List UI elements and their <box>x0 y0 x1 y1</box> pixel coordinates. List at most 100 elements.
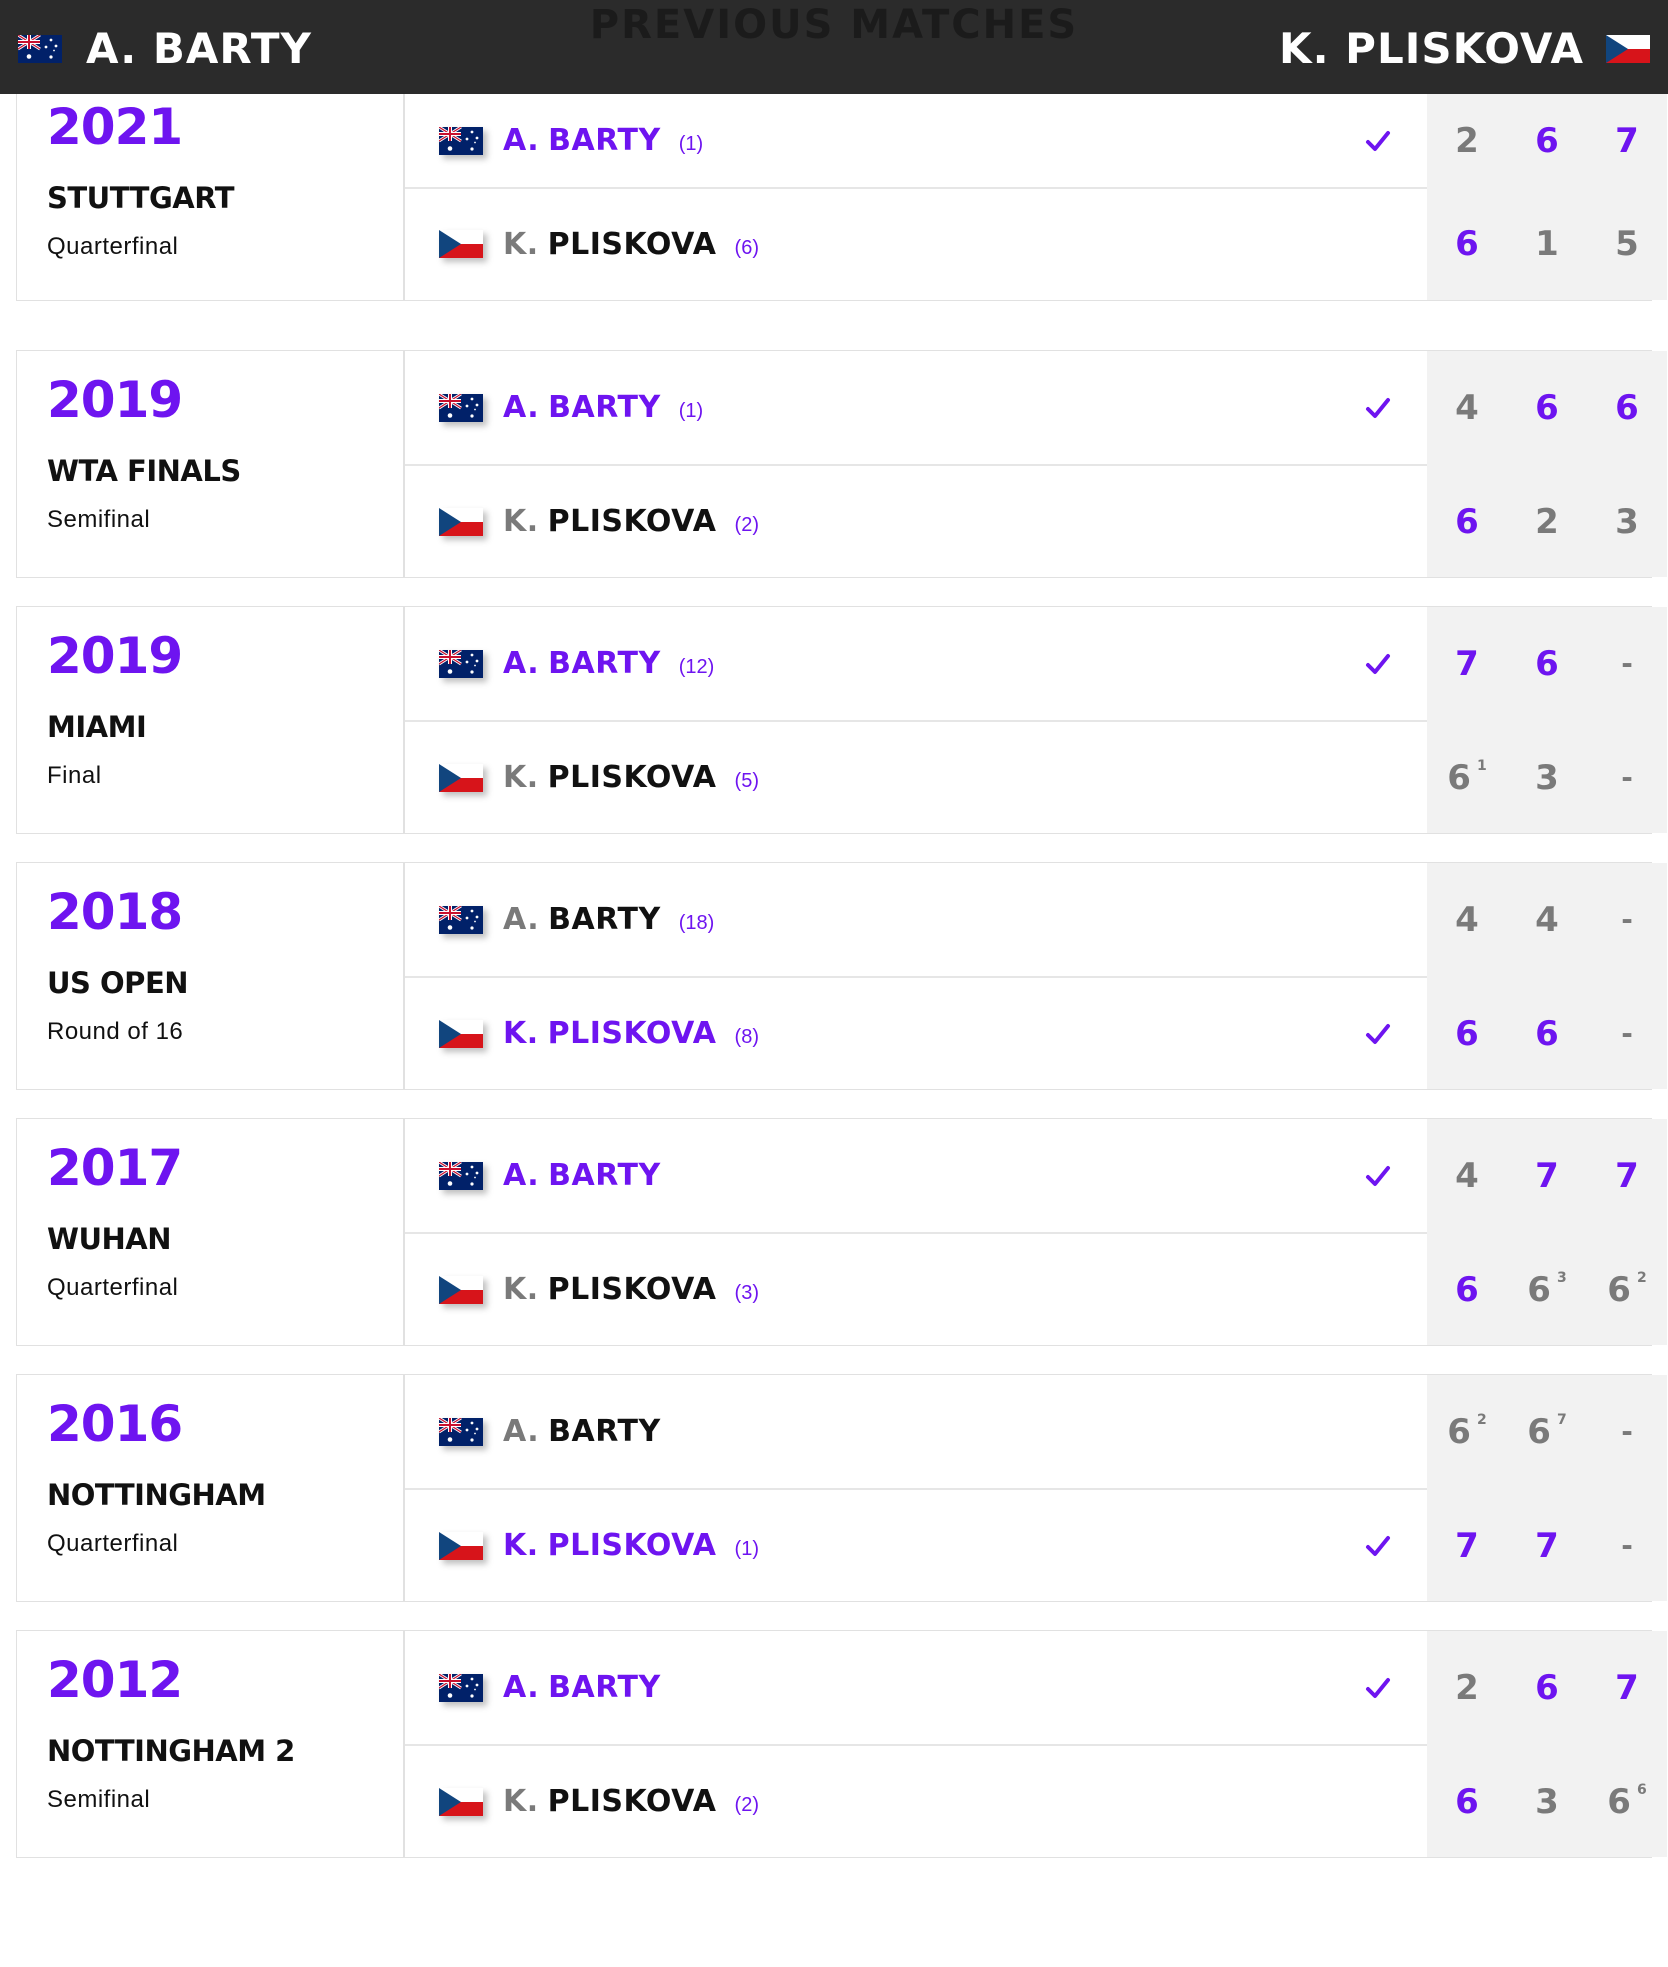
winner-check-icon <box>1365 1675 1391 1701</box>
player-last-name: BARTY <box>548 646 661 681</box>
player-last-name: PLISKOVA <box>547 1016 717 1051</box>
player-last-name: PLISKOVA <box>547 1272 717 1307</box>
czech-flag-icon <box>439 1019 483 1048</box>
match-info: 2017 WUHAN Quarterfinal <box>17 1119 405 1345</box>
player-name[interactable]: A. BARTY (18) <box>503 902 714 937</box>
set-score: 7 <box>1507 1489 1587 1602</box>
czech-flag-icon <box>439 1275 483 1304</box>
match-card[interactable]: 2019 MIAMI Final A. BARTY (12) K. PLISKOVA (5) 7 6… <box>16 606 1667 834</box>
player-seed: (1) <box>678 133 704 155</box>
player-name[interactable]: K. PLISKOVA (1) <box>503 1528 759 1563</box>
czech-flag-icon <box>439 763 483 792</box>
player-name[interactable]: A. BARTY <box>503 1670 661 1705</box>
player-name[interactable]: K. PLISKOVA (2) <box>503 1784 759 1819</box>
match-event: MIAMI <box>47 710 147 744</box>
australia-flag-icon <box>439 1161 483 1190</box>
australia-flag-icon <box>439 393 483 422</box>
set-score-value: 6 <box>1455 224 1479 264</box>
match-year: 2019 <box>47 371 183 429</box>
set-score: 2 <box>1427 1631 1507 1744</box>
tiebreak-score: 3 <box>1556 1269 1567 1286</box>
set-score-value: 6 <box>1455 501 1479 542</box>
player-name[interactable]: A. BARTY <box>503 1158 661 1193</box>
set-score: - <box>1587 863 1667 976</box>
set-score-value: 6 <box>1535 387 1559 428</box>
player-seed: (18) <box>678 912 715 934</box>
player-initial: K. <box>503 760 539 795</box>
australia-flag-icon <box>439 1417 483 1446</box>
tiebreak-score: 2 <box>1636 1269 1647 1286</box>
player-name[interactable]: K. PLISKOVA (8) <box>503 1016 759 1051</box>
player-last-name: BARTY <box>548 1414 661 1449</box>
match-event: WUHAN <box>47 1222 172 1256</box>
header-player-1[interactable]: A. BARTY <box>18 24 312 73</box>
set-score-value: 4 <box>1535 899 1559 940</box>
match-round: Semifinal <box>47 506 151 533</box>
player-last-name: PLISKOVA <box>547 1528 717 1563</box>
match-card[interactable]: 2017 WUHAN Quarterfinal A. BARTY K. PLISKOVA (3… <box>16 1118 1667 1346</box>
player-name[interactable]: K. PLISKOVA (5) <box>503 760 759 795</box>
player-last-name: PLISKOVA <box>547 504 717 539</box>
set-score-value: - <box>1621 1017 1633 1050</box>
match-card[interactable]: 2018 US OPEN Round of 16 A. BARTY (18) K. PLISK… <box>16 862 1667 1090</box>
player-name[interactable]: K. PLISKOVA (6) <box>503 227 759 262</box>
set-score: 4 <box>1427 1119 1507 1232</box>
set-score-value: - <box>1621 903 1633 936</box>
winner-check-icon <box>1365 1533 1391 1559</box>
match-round: Round of 16 <box>47 1018 184 1045</box>
set-score-value: 1 <box>1535 224 1559 264</box>
match-card[interactable]: 2012 NOTTINGHAM 2 Semifinal A. BARTY K. PLISKO… <box>16 1630 1667 1858</box>
player-name[interactable]: A. BARTY (1) <box>503 123 703 158</box>
player-initial: A. <box>503 1158 540 1193</box>
player-last-name: BARTY <box>548 123 661 158</box>
tiebreak-score: 7 <box>1556 1411 1567 1428</box>
tiebreak-score: 1 <box>1476 757 1487 774</box>
player-initial: A. <box>503 123 540 158</box>
set-score-value: 6 <box>1527 1269 1551 1310</box>
player-initial: A. <box>503 1670 540 1705</box>
match-year: 2017 <box>47 1139 183 1197</box>
player-name[interactable]: A. BARTY (12) <box>503 646 714 681</box>
set-score: 6 <box>1427 465 1507 578</box>
header-player-2[interactable]: K. PLISKOVA <box>1279 24 1650 73</box>
match-card[interactable]: 2016 NOTTINGHAM Quarterfinal A. BARTY K. PLISK… <box>16 1374 1667 1602</box>
czech-flag-icon <box>439 230 483 258</box>
match-round: Quarterfinal <box>47 1530 179 1557</box>
czech-flag-icon <box>439 1531 483 1560</box>
player-initial: K. <box>503 1528 539 1563</box>
set-score: 7 <box>1587 1631 1667 1744</box>
player-last-name: BARTY <box>548 390 661 425</box>
winner-check-icon <box>1365 395 1391 421</box>
set-score: 7 <box>1427 1489 1507 1602</box>
set-score-value: 7 <box>1535 1525 1559 1566</box>
winner-check-icon <box>1365 651 1391 677</box>
player-seed: (3) <box>734 1282 759 1304</box>
player-seed: (2) <box>734 514 759 536</box>
match-round: Final <box>47 762 102 789</box>
match-year: 2016 <box>47 1395 183 1453</box>
winner-check-icon <box>1365 1021 1391 1047</box>
set-score-value: 7 <box>1615 120 1639 161</box>
player-name[interactable]: K. PLISKOVA (2) <box>503 504 759 539</box>
player-initial: A. <box>503 902 540 937</box>
player-name[interactable]: K. PLISKOVA (3) <box>503 1272 759 1307</box>
header-bar: PREVIOUS MATCHES A. BARTY K. PLISKOVA <box>0 0 1668 94</box>
set-score-value: - <box>1621 1529 1633 1562</box>
player-seed: (1) <box>678 400 704 422</box>
match-card[interactable]: 2019 WTA FINALS Semifinal A. BARTY (1) K. PLISK… <box>16 350 1667 578</box>
player-name[interactable]: A. BARTY (1) <box>503 390 703 425</box>
set-score: 4 <box>1427 351 1507 464</box>
match-card[interactable]: 2021 STUTTGART Quarterfinal A. BARTY (1) K. PLI… <box>16 94 1667 301</box>
set-score-value: 4 <box>1455 899 1479 940</box>
tiebreak-score: 2 <box>1476 1411 1487 1428</box>
player-seed: (1) <box>734 1538 759 1560</box>
winner-check-icon <box>1365 1163 1391 1189</box>
player-initial: A. <box>503 1414 540 1449</box>
set-score: 1 <box>1507 188 1587 300</box>
match-year: 2018 <box>47 883 183 941</box>
set-score-value: 4 <box>1455 1155 1479 1196</box>
player-last-name: PLISKOVA <box>547 760 717 795</box>
player-name[interactable]: A. BARTY <box>503 1414 661 1449</box>
match-info: 2019 MIAMI Final <box>17 607 405 833</box>
set-score-value: 7 <box>1535 1155 1559 1196</box>
